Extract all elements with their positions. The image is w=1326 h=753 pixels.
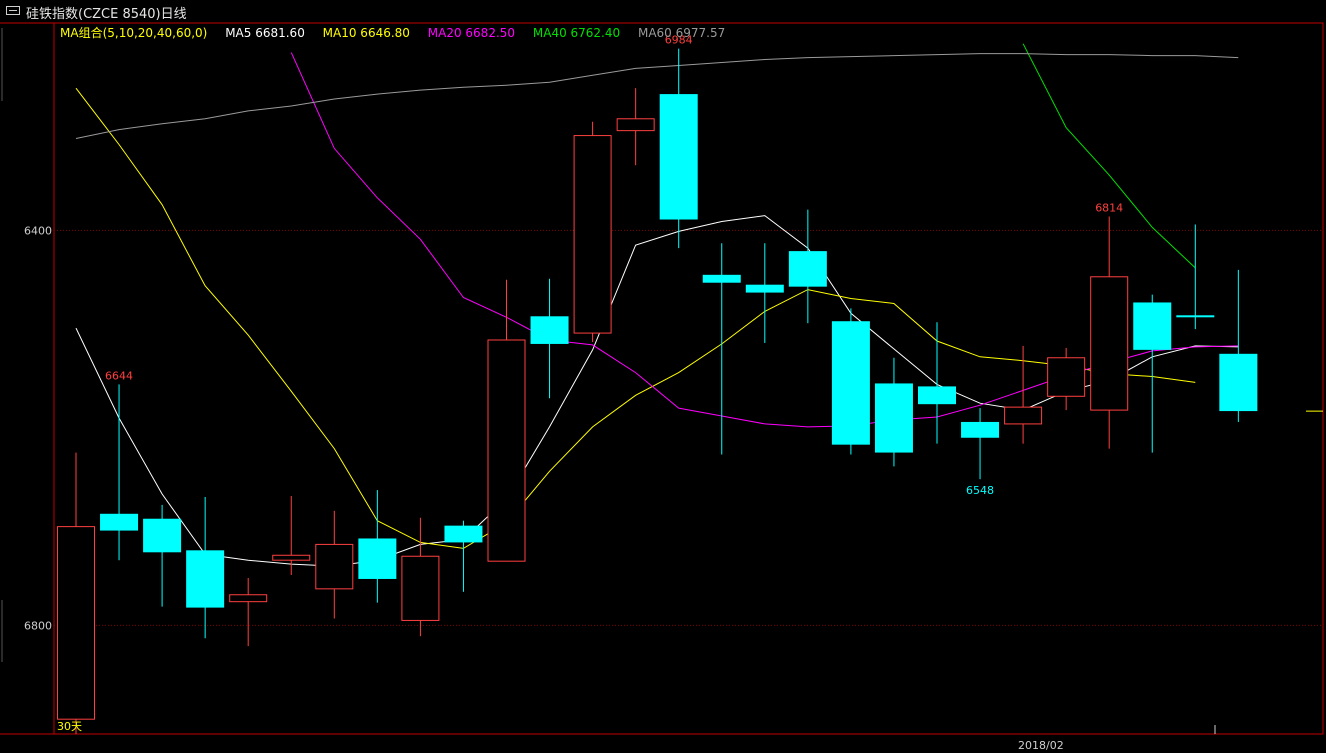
candle-body	[229, 594, 268, 603]
candle	[229, 577, 268, 647]
candle-body	[1176, 315, 1215, 318]
candle	[186, 497, 225, 639]
candle-body	[659, 94, 698, 220]
candle	[616, 88, 655, 166]
candle	[659, 48, 698, 249]
candle-body	[358, 538, 397, 579]
candle	[530, 278, 569, 399]
candle	[487, 279, 526, 562]
candle	[831, 308, 870, 455]
candle-body	[1219, 353, 1258, 412]
candle-body	[1047, 357, 1086, 397]
candle-body	[1090, 276, 1129, 411]
candle	[100, 384, 139, 561]
candle-body	[788, 251, 827, 287]
legend-ma60: MA60 6977.57	[637, 26, 726, 40]
gridlines	[54, 229, 1323, 626]
candle	[918, 322, 956, 444]
labels: 680064002018/0230天6644698465486814	[24, 34, 1216, 752]
extreme-value-label: 6548	[966, 484, 994, 497]
x-tick-label: 2018/02	[1018, 739, 1064, 752]
candle-body	[1004, 406, 1043, 425]
candle-body	[831, 321, 870, 445]
candle-body	[616, 118, 655, 132]
y-tick-label: 6800	[24, 619, 52, 632]
candles	[57, 48, 1323, 734]
candle	[57, 452, 95, 734]
candle-body	[100, 513, 139, 531]
ma-line-ma60	[75, 53, 1239, 139]
extreme-value-label: 6644	[105, 369, 133, 382]
candle-body	[401, 555, 440, 621]
candle	[315, 510, 354, 619]
extreme-value-label: 6814	[1095, 202, 1123, 215]
candle-body	[272, 554, 311, 561]
candle	[143, 504, 182, 607]
candle	[788, 209, 827, 324]
candle-body	[315, 543, 354, 590]
candle-body	[573, 135, 612, 334]
candle-body	[530, 316, 569, 344]
candle	[1133, 294, 1172, 453]
candle	[1047, 347, 1086, 411]
candle	[702, 243, 741, 455]
candle-body	[745, 284, 784, 293]
candle-body	[143, 518, 182, 553]
legend-ma10: MA10 6646.80	[322, 26, 410, 40]
candle-body	[186, 550, 225, 608]
legend-ma40: MA40 6762.40	[532, 26, 621, 40]
legend-ma5: MA5 6681.60	[225, 26, 305, 40]
candle-body	[444, 525, 483, 543]
candle	[358, 490, 397, 603]
legend-ma20: MA20 6682.50	[427, 26, 516, 40]
candle-body	[487, 339, 526, 562]
period-label: 30天	[57, 720, 82, 733]
moving-average-lines	[75, 43, 1239, 567]
candle-body	[874, 383, 913, 453]
ma-legend: MA组合(5,10,20,40,60,0) MA5 6681.60 MA10 6…	[60, 24, 739, 41]
y-tick-label: 6400	[24, 224, 52, 237]
candle-body	[918, 386, 956, 405]
candle-body	[961, 421, 1000, 438]
candle	[1090, 216, 1129, 449]
candle-body	[1133, 302, 1172, 350]
candle-body	[57, 526, 95, 720]
candle	[444, 520, 483, 592]
candle	[573, 121, 612, 342]
candle	[745, 243, 784, 343]
candle	[1176, 224, 1215, 330]
candle	[874, 357, 913, 467]
candle-body	[702, 274, 741, 283]
legend-group-label: MA组合(5,10,20,40,60,0)	[60, 26, 208, 40]
candle	[961, 408, 1000, 480]
candlestick-chart[interactable]: 680064002018/0230天6644698465486814	[0, 0, 1326, 753]
